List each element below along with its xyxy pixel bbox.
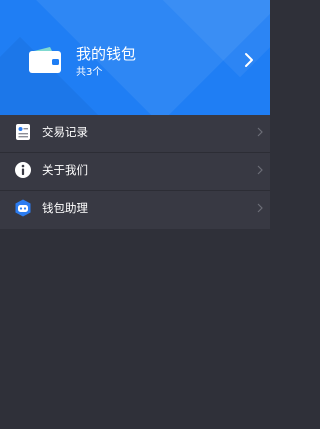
menu-item-label: 交易记录 (42, 125, 88, 139)
transaction-record-icon (16, 124, 30, 140)
my-wallet-entry[interactable]: 我的钱包 共3个 (0, 0, 270, 115)
menu-item-transaction-record[interactable]: 交易记录 (0, 115, 270, 153)
menu-list: 交易记录 关于我们 钱包助理 (0, 115, 270, 229)
menu-item-about-us[interactable]: 关于我们 (0, 153, 270, 191)
menu-item-wallet-assistant[interactable]: 钱包助理 (0, 191, 270, 229)
wallet-icon (29, 47, 61, 73)
wallet-count: 共3个 (76, 67, 103, 78)
side-menu-page: 我的钱包 共3个 交易记录 关于我们 钱包助理 (0, 0, 270, 429)
chevron-right-icon (257, 127, 263, 137)
menu-item-label: 钱包助理 (42, 201, 88, 215)
assistant-robot-icon (15, 199, 31, 217)
wallet-title: 我的钱包 (76, 45, 137, 63)
chevron-right-icon (257, 203, 263, 213)
info-icon (15, 162, 31, 178)
chevron-right-icon (257, 165, 263, 175)
chevron-right-icon (245, 53, 253, 67)
wallet-header: 我的钱包 共3个 (0, 0, 270, 115)
menu-item-label: 关于我们 (42, 163, 88, 177)
